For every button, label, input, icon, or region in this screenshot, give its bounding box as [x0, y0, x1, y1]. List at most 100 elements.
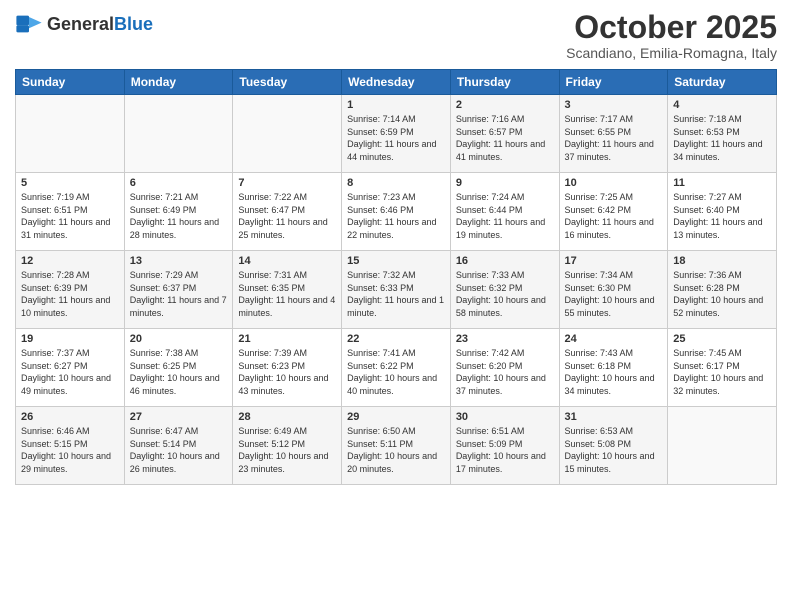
day-number: 30 [456, 411, 554, 423]
day-number: 8 [347, 177, 445, 189]
day-content: Sunrise: 6:53 AM Sunset: 5:08 PM Dayligh… [565, 425, 663, 475]
table-row [16, 95, 125, 173]
table-row [233, 95, 342, 173]
table-row: 19 Sunrise: 7:37 AM Sunset: 6:27 PM Dayli… [16, 329, 125, 407]
day-content: Sunrise: 7:24 AM Sunset: 6:44 PM Dayligh… [456, 191, 554, 241]
day-content: Sunrise: 7:33 AM Sunset: 6:32 PM Dayligh… [456, 269, 554, 319]
table-row: 29 Sunrise: 6:50 AM Sunset: 5:11 PM Dayli… [342, 407, 451, 485]
logo-icon [15, 10, 43, 38]
table-row: 10Sunrise: 7:25 AM Sunset: 6:42 PM Dayli… [559, 173, 668, 251]
day-content: Sunrise: 7:45 AM Sunset: 6:17 PM Dayligh… [673, 347, 771, 397]
table-row: 6 Sunrise: 7:21 AM Sunset: 6:49 PM Daylig… [124, 173, 233, 251]
day-number: 15 [347, 255, 445, 267]
day-number: 25 [673, 333, 771, 345]
table-row: 31 Sunrise: 6:53 AM Sunset: 5:08 PM Dayli… [559, 407, 668, 485]
logo-general: General [47, 14, 114, 35]
month-title: October 2025 [566, 10, 777, 45]
day-number: 2 [456, 99, 554, 111]
day-content: Sunrise: 7:28 AM Sunset: 6:39 PM Dayligh… [21, 269, 119, 319]
table-row: 30 Sunrise: 6:51 AM Sunset: 5:09 PM Dayli… [450, 407, 559, 485]
day-content: Sunrise: 6:50 AM Sunset: 5:11 PM Dayligh… [347, 425, 445, 475]
table-row: 18Sunrise: 7:36 AM Sunset: 6:28 PM Dayli… [668, 251, 777, 329]
calendar-table: Sunday Monday Tuesday Wednesday Thursday… [15, 69, 777, 485]
table-row: 8 Sunrise: 7:23 AM Sunset: 6:46 PM Daylig… [342, 173, 451, 251]
table-row: 21 Sunrise: 7:39 AM Sunset: 6:23 PM Dayli… [233, 329, 342, 407]
calendar-week-row: 26Sunrise: 6:46 AM Sunset: 5:15 PM Dayli… [16, 407, 777, 485]
table-row: 26Sunrise: 6:46 AM Sunset: 5:15 PM Dayli… [16, 407, 125, 485]
table-row: 17Sunrise: 7:34 AM Sunset: 6:30 PM Dayli… [559, 251, 668, 329]
col-monday: Monday [124, 70, 233, 95]
day-content: Sunrise: 7:39 AM Sunset: 6:23 PM Dayligh… [238, 347, 336, 397]
calendar-header-row: Sunday Monday Tuesday Wednesday Thursday… [16, 70, 777, 95]
table-row: 23Sunrise: 7:42 AM Sunset: 6:20 PM Dayli… [450, 329, 559, 407]
col-tuesday: Tuesday [233, 70, 342, 95]
page: GeneralBlue October 2025 Scandiano, Emil… [0, 0, 792, 612]
day-content: Sunrise: 7:19 AM Sunset: 6:51 PM Dayligh… [21, 191, 119, 241]
day-number: 7 [238, 177, 336, 189]
day-content: Sunrise: 7:43 AM Sunset: 6:18 PM Dayligh… [565, 347, 663, 397]
table-row [668, 407, 777, 485]
table-row: 22 Sunrise: 7:41 AM Sunset: 6:22 PM Dayli… [342, 329, 451, 407]
table-row: 27Sunrise: 6:47 AM Sunset: 5:14 PM Dayli… [124, 407, 233, 485]
table-row: 1 Sunrise: 7:14 AM Sunset: 6:59 PM Daylig… [342, 95, 451, 173]
day-content: Sunrise: 7:22 AM Sunset: 6:47 PM Dayligh… [238, 191, 336, 241]
day-content: Sunrise: 7:36 AM Sunset: 6:28 PM Dayligh… [673, 269, 771, 319]
header: GeneralBlue October 2025 Scandiano, Emil… [15, 10, 777, 61]
day-number: 23 [456, 333, 554, 345]
day-content: Sunrise: 7:37 AM Sunset: 6:27 PM Dayligh… [21, 347, 119, 397]
table-row: 4Sunrise: 7:18 AM Sunset: 6:53 PM Daylig… [668, 95, 777, 173]
day-number: 6 [130, 177, 228, 189]
table-row: 16 Sunrise: 7:33 AM Sunset: 6:32 PM Dayli… [450, 251, 559, 329]
day-content: Sunrise: 7:38 AM Sunset: 6:25 PM Dayligh… [130, 347, 228, 397]
day-content: Sunrise: 7:25 AM Sunset: 6:42 PM Dayligh… [565, 191, 663, 241]
day-number: 1 [347, 99, 445, 111]
day-content: Sunrise: 7:31 AM Sunset: 6:35 PM Dayligh… [238, 269, 336, 319]
col-sunday: Sunday [16, 70, 125, 95]
day-number: 4 [673, 99, 771, 111]
day-number: 5 [21, 177, 119, 189]
day-number: 31 [565, 411, 663, 423]
day-number: 12 [21, 255, 119, 267]
logo: GeneralBlue [15, 10, 153, 38]
day-content: Sunrise: 6:49 AM Sunset: 5:12 PM Dayligh… [238, 425, 336, 475]
day-number: 29 [347, 411, 445, 423]
day-content: Sunrise: 7:27 AM Sunset: 6:40 PM Dayligh… [673, 191, 771, 241]
table-row: 9Sunrise: 7:24 AM Sunset: 6:44 PM Daylig… [450, 173, 559, 251]
table-row: 14 Sunrise: 7:31 AM Sunset: 6:35 PM Dayli… [233, 251, 342, 329]
day-content: Sunrise: 7:41 AM Sunset: 6:22 PM Dayligh… [347, 347, 445, 397]
col-wednesday: Wednesday [342, 70, 451, 95]
table-row: 7 Sunrise: 7:22 AM Sunset: 6:47 PM Daylig… [233, 173, 342, 251]
day-number: 21 [238, 333, 336, 345]
day-number: 11 [673, 177, 771, 189]
calendar-week-row: 19 Sunrise: 7:37 AM Sunset: 6:27 PM Dayli… [16, 329, 777, 407]
day-number: 14 [238, 255, 336, 267]
day-content: Sunrise: 7:32 AM Sunset: 6:33 PM Dayligh… [347, 269, 445, 319]
day-content: Sunrise: 7:16 AM Sunset: 6:57 PM Dayligh… [456, 113, 554, 163]
col-thursday: Thursday [450, 70, 559, 95]
day-content: Sunrise: 7:14 AM Sunset: 6:59 PM Dayligh… [347, 113, 445, 163]
table-row: 3Sunrise: 7:17 AM Sunset: 6:55 PM Daylig… [559, 95, 668, 173]
calendar-week-row: 12 Sunrise: 7:28 AM Sunset: 6:39 PM Dayli… [16, 251, 777, 329]
day-number: 16 [456, 255, 554, 267]
day-content: Sunrise: 7:17 AM Sunset: 6:55 PM Dayligh… [565, 113, 663, 163]
table-row: 28 Sunrise: 6:49 AM Sunset: 5:12 PM Dayli… [233, 407, 342, 485]
col-saturday: Saturday [668, 70, 777, 95]
table-row: 24Sunrise: 7:43 AM Sunset: 6:18 PM Dayli… [559, 329, 668, 407]
table-row: 11 Sunrise: 7:27 AM Sunset: 6:40 PM Dayli… [668, 173, 777, 251]
calendar-week-row: 1 Sunrise: 7:14 AM Sunset: 6:59 PM Daylig… [16, 95, 777, 173]
table-row: 25 Sunrise: 7:45 AM Sunset: 6:17 PM Dayli… [668, 329, 777, 407]
day-number: 22 [347, 333, 445, 345]
table-row: 20 Sunrise: 7:38 AM Sunset: 6:25 PM Dayli… [124, 329, 233, 407]
day-content: Sunrise: 7:21 AM Sunset: 6:49 PM Dayligh… [130, 191, 228, 241]
day-number: 19 [21, 333, 119, 345]
day-content: Sunrise: 6:51 AM Sunset: 5:09 PM Dayligh… [456, 425, 554, 475]
day-number: 28 [238, 411, 336, 423]
table-row [124, 95, 233, 173]
calendar-week-row: 5 Sunrise: 7:19 AM Sunset: 6:51 PM Daylig… [16, 173, 777, 251]
table-row: 15 Sunrise: 7:32 AM Sunset: 6:33 PM Dayli… [342, 251, 451, 329]
day-content: Sunrise: 6:47 AM Sunset: 5:14 PM Dayligh… [130, 425, 228, 475]
day-number: 20 [130, 333, 228, 345]
table-row: 13Sunrise: 7:29 AM Sunset: 6:37 PM Dayli… [124, 251, 233, 329]
day-content: Sunrise: 7:23 AM Sunset: 6:46 PM Dayligh… [347, 191, 445, 241]
table-row: 2 Sunrise: 7:16 AM Sunset: 6:57 PM Daylig… [450, 95, 559, 173]
